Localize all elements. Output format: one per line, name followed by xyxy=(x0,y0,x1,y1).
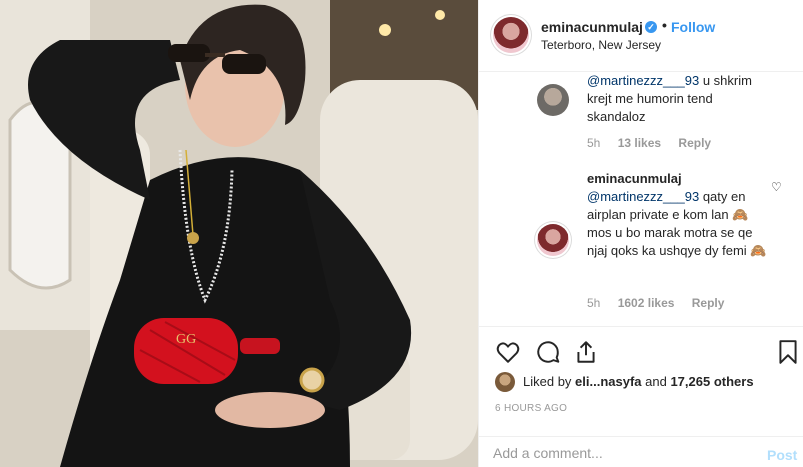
post-actions: Liked by eli...nasyfa and 17,265 others … xyxy=(479,326,803,436)
comment-mention[interactable]: @martinezzz___93 xyxy=(587,189,699,204)
share-icon[interactable] xyxy=(573,339,599,365)
svg-text:GG: GG xyxy=(176,332,196,347)
commenter-avatar[interactable] xyxy=(537,84,569,116)
liked-by-avatar[interactable] xyxy=(495,372,515,392)
comment-time[interactable]: 5h xyxy=(587,296,600,310)
comment-body: @martinezzz___93 u shkrim krejt me humor… xyxy=(587,72,767,126)
reply-button[interactable]: Reply xyxy=(692,296,725,310)
post-photo[interactable]: GG xyxy=(0,0,478,467)
photo-illustration: GG xyxy=(0,0,478,467)
comment-time[interactable]: 5h xyxy=(587,136,600,150)
liked-by-and: and xyxy=(641,374,671,389)
post-panel: eminacunmulaj ✓ • Follow Teterboro, New … xyxy=(478,0,803,467)
author-username[interactable]: eminacunmulaj xyxy=(541,19,643,35)
post-comment-button[interactable]: Post xyxy=(767,447,797,463)
comment-likes[interactable]: 1602 likes xyxy=(618,296,675,310)
comment-meta: 5h 1602 likes Reply xyxy=(587,296,738,310)
verified-badge-icon: ✓ xyxy=(645,21,657,33)
comment-body: eminacunmulaj @martinezzz___93 qaty en ai… xyxy=(587,170,767,260)
post-timestamp[interactable]: 6 HOURS AGO xyxy=(495,403,567,414)
add-comment-bar: Post xyxy=(479,436,803,467)
commenter-avatar[interactable] xyxy=(537,224,569,256)
heart-icon[interactable] xyxy=(495,339,521,365)
comment-icon[interactable] xyxy=(535,339,561,365)
post-header: eminacunmulaj ✓ • Follow Teterboro, New … xyxy=(479,0,803,72)
follow-button[interactable]: Follow xyxy=(671,19,715,35)
comment-like-icon[interactable]: ♡ xyxy=(771,180,782,194)
comment-input[interactable] xyxy=(493,441,753,465)
likes-summary: Liked by eli...nasyfa and 17,265 others xyxy=(523,374,754,389)
comment-likes[interactable]: 13 likes xyxy=(618,136,661,150)
comment-mention[interactable]: @martinezzz___93 xyxy=(587,73,699,88)
bookmark-icon[interactable] xyxy=(775,339,801,365)
reply-button[interactable]: Reply xyxy=(678,136,711,150)
author-avatar[interactable] xyxy=(493,17,529,53)
header-separator: • xyxy=(662,17,667,33)
comment-meta: 5h 13 likes Reply xyxy=(587,136,725,150)
liked-by-prefix: Liked by xyxy=(523,374,576,389)
liked-by-user[interactable]: eli...nasyfa xyxy=(575,374,641,389)
post-location[interactable]: Teterboro, New Jersey xyxy=(541,38,661,52)
likes-count[interactable]: 17,265 others xyxy=(670,374,753,389)
comment-username[interactable]: eminacunmulaj xyxy=(587,170,767,188)
